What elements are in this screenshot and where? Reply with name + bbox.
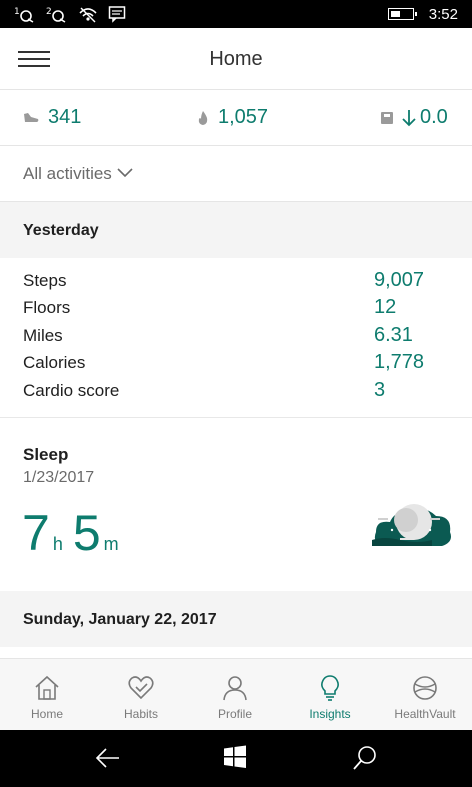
metric-label: Floors	[23, 298, 71, 317]
steps-summary[interactable]: 341	[22, 106, 81, 129]
nav-insights[interactable]: Insights	[283, 659, 377, 731]
metric-value: 1,778	[374, 351, 425, 373]
home-icon	[35, 675, 59, 700]
metric-row-miles: Miles 6.31	[0, 323, 472, 350]
chevron-down-icon	[117, 168, 133, 178]
nav-healthvault[interactable]: HealthVault	[378, 659, 472, 731]
sleep-duration: 7 h 5 m	[22, 504, 129, 562]
svg-text:2: 2	[46, 7, 52, 17]
metric-label: Steps	[23, 271, 67, 290]
message-icon	[108, 6, 126, 23]
metric-value: 9,007	[374, 269, 425, 291]
metric-label: Calories	[23, 353, 86, 372]
person-icon	[223, 676, 247, 701]
nav-habits[interactable]: Habits	[94, 659, 188, 731]
activity-filter-label: All activities	[23, 164, 112, 183]
sleep-hours-unit: h	[52, 534, 63, 554]
section-title: Sunday, January 22, 2017	[23, 611, 217, 628]
shoe-icon	[24, 112, 39, 122]
metric-value: 12	[374, 296, 397, 318]
svg-text:1: 1	[14, 7, 20, 17]
arrow-down-icon	[402, 109, 416, 126]
back-icon[interactable]	[95, 745, 121, 771]
sleep-title: Sleep	[23, 445, 69, 464]
section-header-yesterday: Yesterday	[0, 202, 472, 258]
wifi-icon	[79, 7, 97, 23]
metric-row-calories: Calories 1,778	[0, 350, 472, 377]
scale-icon	[381, 111, 393, 124]
system-nav-bar	[0, 730, 472, 787]
nav-label: Home	[30, 707, 63, 721]
flame-icon	[198, 110, 208, 125]
sleep-date: 1/23/2017	[23, 469, 95, 486]
notification-icons: 1 2	[14, 5, 126, 23]
section-title: Yesterday	[23, 222, 99, 239]
moon-clouds-icon	[372, 504, 451, 546]
nav-label: Habits	[123, 707, 158, 721]
page-title: Home	[209, 48, 263, 70]
steps-count: 341	[48, 106, 82, 128]
lightbulb-icon	[321, 675, 339, 701]
summary-stats: 341 1,057 0.0	[0, 90, 472, 146]
sleep-hours: 7	[22, 505, 50, 561]
clock: 3:52	[428, 6, 458, 23]
metric-row-cardio-score: Cardio score 3	[0, 378, 472, 405]
section-header-sunday: Sunday, January 22, 2017	[0, 591, 472, 647]
status-bar: 1 2 3:52	[0, 0, 472, 28]
metric-value: 3	[374, 379, 386, 401]
metric-label: Miles	[23, 326, 63, 345]
calories-summary[interactable]: 1,057	[196, 106, 268, 129]
battery-icon	[388, 8, 417, 20]
weight-change: 0.0	[420, 106, 448, 128]
app-header: Home	[0, 28, 472, 90]
search-icon[interactable]	[352, 745, 378, 771]
windows-start-icon[interactable]	[223, 745, 247, 769]
yesterday-metrics[interactable]: Steps 9,007 Floors 12 Miles 6.31 Calorie…	[0, 258, 472, 418]
nav-label: HealthVault	[394, 707, 456, 721]
bottom-nav: Home Habits Profile Insights HealthVault	[0, 658, 472, 730]
sleep-minutes: 5	[72, 505, 101, 561]
battery-level	[391, 11, 400, 17]
sim1-signal-icon: 1	[14, 7, 34, 23]
metric-row-floors: Floors 12	[0, 295, 472, 322]
nav-home[interactable]: Home	[0, 659, 94, 731]
nav-profile[interactable]: Profile	[188, 659, 282, 731]
metric-label: Cardio score	[23, 381, 120, 400]
activity-filter-dropdown[interactable]: All activities	[0, 146, 472, 202]
metric-value: 6.31	[374, 324, 413, 346]
nav-label: Insights	[309, 707, 351, 721]
metric-row-steps: Steps 9,007	[0, 268, 472, 295]
sim2-signal-icon: 2	[46, 7, 66, 23]
nav-label: Profile	[217, 707, 252, 721]
sleep-card[interactable]: Sleep 1/23/2017 7 h 5 m	[0, 418, 472, 591]
healthvault-icon	[413, 676, 437, 700]
heart-icon	[128, 676, 154, 700]
calories-count: 1,057	[218, 106, 269, 128]
sleep-minutes-unit: m	[103, 534, 119, 554]
weight-summary[interactable]: 0.0	[380, 106, 448, 129]
